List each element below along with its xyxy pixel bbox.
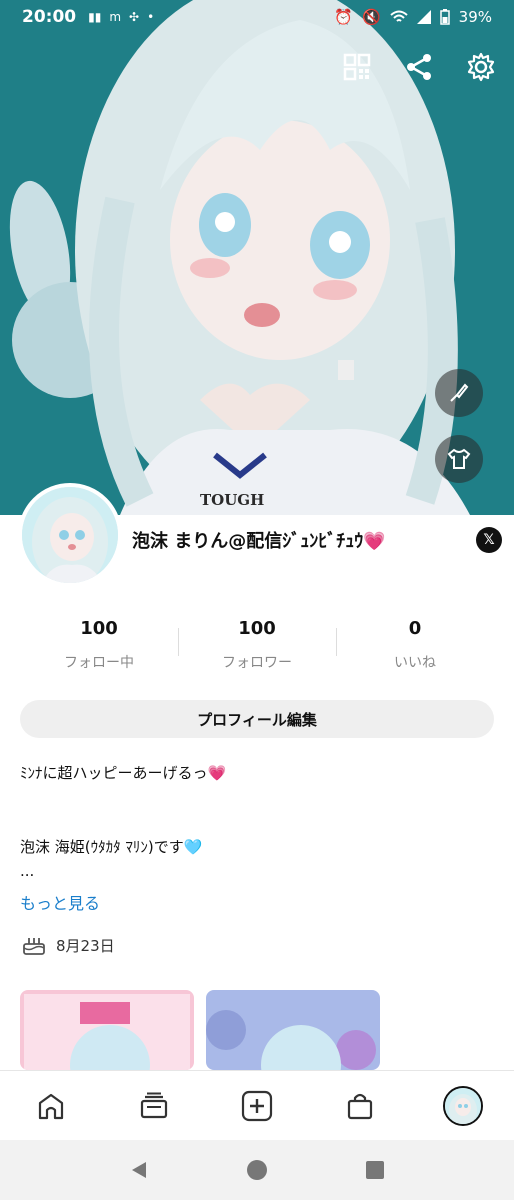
nav-home[interactable] [25,1080,77,1132]
shirt-print: TOUGH [200,491,264,509]
brush-icon [450,383,469,402]
status-bar: 20:00 ▮▮ m ✣ • ⏰ 🔇 39% [0,0,514,34]
back-icon[interactable] [128,1159,150,1181]
blue-heart-emoji: 🩵 [183,838,203,856]
profile-card [0,515,514,1070]
home-icon [39,1093,64,1119]
stat-label: フォロー中 [64,655,134,671]
post-thumbnail[interactable] [206,990,380,1070]
m-icon: m [109,10,122,24]
stat-divider [178,628,179,656]
stat-label: フォロワー [222,655,292,671]
post-image-1 [20,990,194,1070]
share-icon [407,54,431,80]
shop-icon [347,1093,372,1119]
outfit-button[interactable] [435,435,483,483]
tshirt-icon [447,448,471,469]
add-icon [241,1090,273,1121]
nav-create[interactable] [231,1080,283,1132]
qr-code-icon [343,53,371,81]
settings-button[interactable] [462,48,500,86]
stat-value: 0 [408,618,422,639]
system-navigation [0,1140,514,1200]
stat-label: いいね [394,655,436,671]
post-thumbnail[interactable] [20,990,194,1070]
stat-following[interactable]: 100 フォロー中 [20,618,178,672]
bio-line-2: 泡沫 海姫(ｳﾀｶﾀ ﾏﾘﾝ)です🩵 [20,836,202,857]
feed-icon [141,1092,168,1118]
stat-value: 100 [80,618,118,639]
profile-name-text: 泡沫 まりん@配信ｼﾞｭﾝﾋﾞﾁｭｳ [132,531,364,552]
bottom-navigation [0,1070,514,1140]
battery-icon [439,9,450,25]
stat-followers[interactable]: 100 フォロワー [178,618,336,672]
x-icon: 𝕏 [483,532,495,548]
mute-icon: 🔇 [361,8,381,26]
edit-profile-button[interactable]: プロフィール編集 [20,700,494,738]
status-time: 20:00 [22,7,77,27]
profile-avatar-small [442,1085,483,1126]
customize-button[interactable] [435,369,483,417]
profile-name: 泡沫 まりん@配信ｼﾞｭﾝﾋﾞﾁｭｳ💗 [132,527,386,553]
post-image-2 [206,990,380,1070]
profile-avatar[interactable] [18,483,122,587]
dot-icon: • [147,10,155,24]
stat-value: 100 [238,618,276,639]
birthday: 8月23日 [22,934,115,956]
wifi-icon [389,10,408,22]
qr-code-button[interactable] [338,48,376,86]
nav-shop[interactable] [334,1080,386,1132]
nav-feed[interactable] [128,1080,180,1132]
avatar-illustration [22,487,118,583]
bio-line-2-text: 泡沫 海姫(ｳﾀｶﾀ ﾏﾘﾝ)です [20,838,184,856]
heart-emoji: 💗 [363,531,386,552]
alarm-icon: ⏰ [334,8,353,26]
nav-profile[interactable] [437,1080,489,1132]
signal-icon [416,10,431,24]
bio-line-1-text: ﾐﾝﾅに超ハッピーあーげるっ [20,764,208,782]
post-grid [20,990,380,1070]
birthday-text: 8月23日 [56,936,115,955]
battery-percent: 39% [458,8,492,26]
avatar-mini-illustration [444,1087,481,1124]
stat-likes[interactable]: 0 いいね [336,618,494,672]
cake-icon [23,938,45,955]
notification-icon: ▮▮ [88,10,102,24]
recents-icon[interactable] [364,1159,386,1181]
x-social-button[interactable]: 𝕏 [476,527,502,553]
bio-line-1: ﾐﾝﾅに超ハッピーあーげるっ💗 [20,762,226,783]
bio-ellipsis: ... [20,862,35,880]
share-button[interactable] [400,48,438,86]
settings-icon [467,52,495,82]
home-circle-icon[interactable] [246,1159,268,1181]
pink-heart-emoji: 💗 [207,764,227,782]
show-more-link[interactable]: もっと見る [20,890,100,914]
stat-divider [336,628,337,656]
header-actions [338,48,500,86]
profile-stats: 100 フォロー中 100 フォロワー 0 いいね [0,618,514,672]
fan-icon: ✣ [129,10,140,24]
